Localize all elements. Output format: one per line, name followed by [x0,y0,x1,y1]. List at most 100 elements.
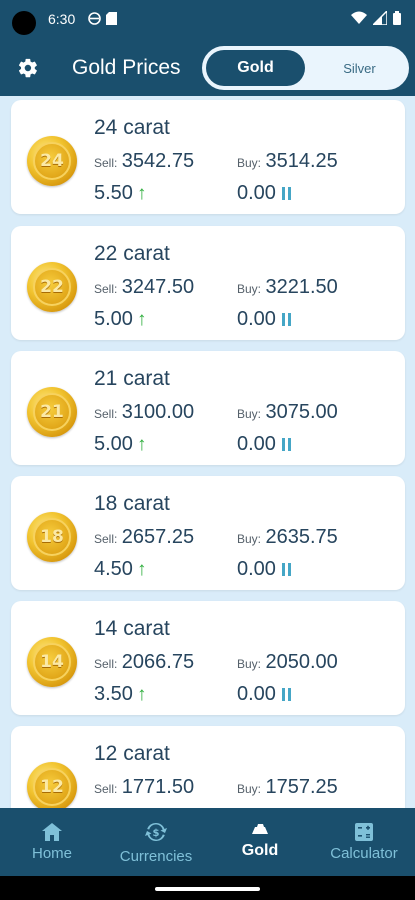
toggle-gold-option[interactable]: Gold [206,50,305,86]
buy-label: Buy: [237,282,262,296]
nav-currencies[interactable]: $ Currencies [108,808,204,876]
carat-title: 22 carat [94,242,170,265]
price-card-22[interactable]: 22 22 carat Sell: 3247.50 Buy: 3221.50 5… [11,226,405,340]
currency-exchange-icon: $ [145,822,167,841]
sell-label: Sell: [94,156,118,170]
camera-cutout [12,11,36,35]
buy-price: Buy: 3514.25 [237,150,338,173]
arrow-up-icon: ↑ [136,683,147,705]
gold-coin-icon: 22 [27,262,77,312]
sell-label: Sell: [94,282,118,296]
sell-value: 2657.25 [121,526,195,548]
buy-change-value: 0.00 [237,683,276,705]
buy-change-value: 0.00 [237,558,276,580]
buy-change: 0.00 [237,558,291,581]
buy-change: 0.00 [237,683,291,706]
sell-change: 5.50 ↑ [94,182,146,205]
sell-change-value: 5.50 [94,182,133,204]
buy-value: 3075.00 [265,401,338,423]
home-gesture-bar[interactable] [155,887,260,891]
buy-price: Buy: 2635.75 [237,526,338,549]
price-card-12[interactable]: 12 12 carat Sell: 1771.50 Buy: 1757.25 [11,726,405,808]
carat-title: 12 carat [94,742,170,765]
status-time: 6:30 [48,11,76,27]
sell-change-value: 3.50 [94,683,133,705]
arrow-up-icon: ↑ [136,433,147,455]
price-list[interactable]: 24 24 carat Sell: 3542.75 Buy: 3514.25 5… [0,96,415,808]
app-bar: Gold Prices Gold Silver [0,40,415,96]
nav-gold-label: Gold [241,842,279,859]
buy-price: Buy: 1757.25 [237,776,338,799]
coin-label: 18 [33,518,71,556]
buy-change-value: 0.00 [237,433,276,455]
gold-coin-icon: 21 [27,387,77,437]
buy-change-value: 0.00 [237,308,276,330]
sell-value: 2066.75 [121,651,195,673]
buy-label: Buy: [237,657,262,671]
gold-coin-icon: 12 [27,762,77,808]
gold-coin-icon: 18 [27,512,77,562]
buy-label: Buy: [237,156,262,170]
sell-change-value: 5.00 [94,308,133,330]
carat-title: 21 carat [94,367,170,390]
buy-value: 1757.25 [265,776,338,798]
gold-bar-icon [252,824,268,834]
buy-value: 3221.50 [265,276,338,298]
sell-change: 5.00 ↑ [94,308,146,331]
bottom-navigation: Home $ Currencies Gold Calculator [0,808,415,876]
sell-price: Sell: 1771.50 [94,776,194,799]
pause-icon [281,187,291,200]
coin-label: 22 [33,268,71,306]
buy-change: 0.00 [237,308,291,331]
toggle-silver-option[interactable]: Silver [310,50,409,86]
settings-button[interactable] [14,54,42,82]
calculator-icon [355,822,373,841]
sell-price: Sell: 3542.75 [94,150,194,173]
nav-gold[interactable]: Gold [222,808,298,876]
sell-price: Sell: 3247.50 [94,276,194,299]
carat-title: 18 carat [94,492,170,515]
arrow-up-icon: ↑ [136,308,147,330]
buy-value: 3514.25 [265,150,338,172]
price-card-14[interactable]: 14 14 carat Sell: 2066.75 Buy: 2050.00 3… [11,601,405,715]
sell-value: 1771.50 [121,776,195,798]
signal-icon [371,9,388,30]
wifi-icon [351,11,367,30]
sell-label: Sell: [94,532,118,546]
carat-title: 14 carat [94,617,170,640]
metal-toggle: Gold Silver [202,46,409,90]
price-card-18[interactable]: 18 18 carat Sell: 2657.25 Buy: 2635.75 4… [11,476,405,590]
buy-value: 2050.00 [265,651,338,673]
nav-calculator-label: Calculator [330,844,398,862]
battery-icon [393,11,401,30]
nav-home[interactable]: Home [10,808,94,876]
price-card-24[interactable]: 24 24 carat Sell: 3542.75 Buy: 3514.25 5… [11,100,405,214]
sell-change: 4.50 ↑ [94,558,146,581]
sell-value: 3100.00 [121,401,195,423]
buy-change-value: 0.00 [237,182,276,204]
coin-label: 24 [33,142,71,180]
buy-change: 0.00 [237,182,291,205]
nav-calculator[interactable]: Calculator [318,808,410,876]
data-saver-icon [88,12,101,28]
buy-value: 2635.75 [265,526,338,548]
buy-label: Buy: [237,407,262,421]
gold-coin-icon: 24 [27,136,77,186]
buy-label: Buy: [237,782,262,796]
app-title: Gold Prices [72,56,181,79]
coin-label: 21 [33,393,71,431]
sell-label: Sell: [94,782,118,796]
pause-icon [281,563,291,576]
arrow-up-icon: ↑ [136,182,147,204]
buy-price: Buy: 2050.00 [237,651,338,674]
gear-icon [18,58,37,78]
sell-label: Sell: [94,407,118,421]
nav-home-label: Home [31,844,72,862]
sell-value: 3542.75 [121,150,195,172]
price-card-21[interactable]: 21 21 carat Sell: 3100.00 Buy: 3075.00 5… [11,351,405,465]
buy-price: Buy: 3221.50 [237,276,338,299]
buy-label: Buy: [237,532,262,546]
sell-label: Sell: [94,657,118,671]
coin-label: 12 [33,768,71,806]
status-bar: 6:30 [0,0,415,40]
